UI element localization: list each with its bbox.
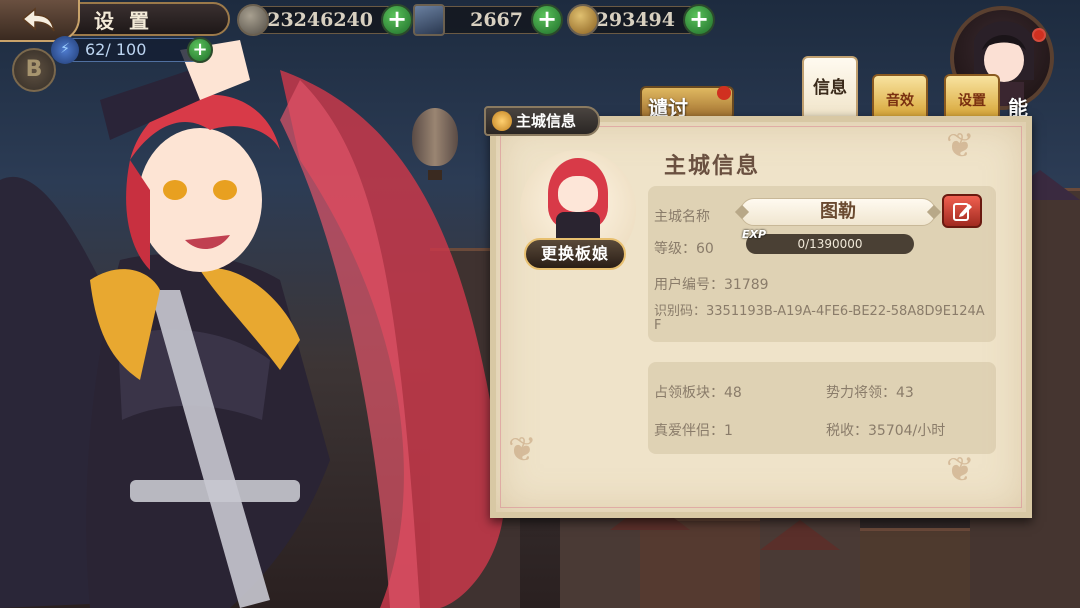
generals-stat: 势力将领：43	[826, 385, 914, 401]
identifier-line-2: F	[654, 318, 662, 333]
bitcoin-badge-icon[interactable]: B	[12, 48, 56, 92]
energy-value: 62/ 100	[85, 40, 147, 59]
identifier-line-1: 识别码：3351193B-A19A-4FE6-BE22-58A8D9E124A	[654, 304, 985, 319]
character-illustration	[0, 40, 505, 608]
lightning-icon: ⚡	[51, 36, 79, 64]
coin-resource: 223246240 +	[237, 4, 413, 36]
level-label: 等级：60	[654, 241, 714, 257]
page-title: 设 置	[70, 2, 230, 36]
tab-sound-label: 音效	[886, 93, 914, 109]
gold-coin-icon	[567, 4, 599, 36]
plus-icon: +	[192, 39, 208, 60]
territory-stat: 占领板块：48	[654, 385, 742, 401]
tab-settings[interactable]: 设置	[944, 74, 1000, 120]
exp-progress-bar: 0/1390000	[746, 234, 914, 254]
back-arrow-icon	[21, 7, 55, 32]
ticket-resource: 2667 +	[413, 4, 563, 36]
plus-icon: +	[536, 4, 558, 33]
city-name-field: 图勒	[740, 198, 936, 226]
panel-heading: 主城信息	[664, 154, 761, 179]
gold-resource: 59293494 +	[567, 4, 715, 36]
page-title-text: 设 置	[94, 8, 153, 33]
panel-ribbon: 主城信息	[484, 106, 600, 136]
tab-info-label: 信息	[813, 78, 847, 98]
user-id-label: 用户编号：31789	[654, 277, 769, 293]
corner-flourish: ❦	[946, 126, 975, 166]
top-hud: 设 置 223246240 + 2667 + 59293494 +	[0, 0, 720, 42]
stats-box	[648, 362, 996, 454]
exp-tag: EXP	[742, 228, 767, 241]
add-coins-button[interactable]: +	[381, 4, 413, 36]
notification-dot	[717, 86, 731, 100]
tab-info[interactable]: 信息	[802, 56, 858, 120]
coin-value: 223246240	[254, 9, 373, 31]
edit-name-button[interactable]	[942, 194, 982, 228]
coin-icon	[237, 4, 269, 36]
add-gold-button[interactable]: +	[683, 4, 715, 36]
corner-flourish: ❦	[508, 430, 537, 470]
plus-icon: +	[386, 4, 408, 33]
ticket-icon	[413, 4, 445, 36]
energy-bar: ⚡ 62/ 100 +	[51, 36, 213, 64]
tab-settings-label: 设置	[958, 93, 986, 109]
tab-sound[interactable]: 音效	[872, 74, 928, 120]
partners-stat: 真爱伴侣：1	[654, 423, 733, 439]
add-tickets-button[interactable]: +	[531, 4, 563, 36]
change-mascot-button[interactable]: 更换板娘	[524, 238, 626, 270]
city-name-label: 主城名称	[654, 209, 710, 225]
exp-progress-text: 0/1390000	[797, 237, 863, 251]
add-energy-button[interactable]: +	[187, 37, 213, 63]
ribbon-icon	[492, 111, 512, 131]
plus-icon: +	[688, 4, 710, 33]
ticket-value: 2667	[470, 9, 523, 31]
tax-stat: 税收：35704/小时	[826, 423, 946, 439]
panel-ribbon-label: 主城信息	[516, 112, 577, 130]
pencil-icon	[953, 203, 972, 221]
corner-flourish: ❦	[946, 450, 975, 490]
notification-dot	[1032, 28, 1046, 42]
